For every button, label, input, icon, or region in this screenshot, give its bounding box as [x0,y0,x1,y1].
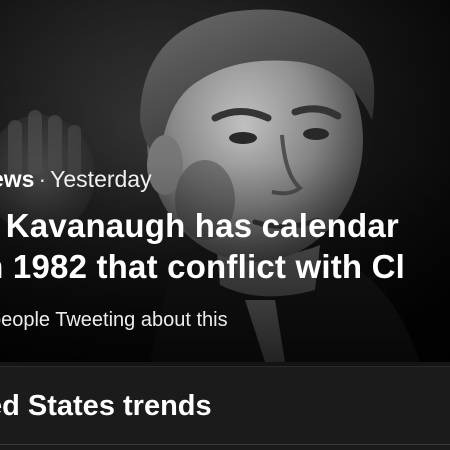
news-timestamp: Yesterday [50,166,152,192]
meta-separator: · [38,166,47,192]
app-screen: ews·Yesterday tt Kavanaugh has calendar … [0,0,450,450]
news-card[interactable]: ews·Yesterday tt Kavanaugh has calendar … [0,0,450,362]
news-headline[interactable]: tt Kavanaugh has calendar m 1982 that co… [0,205,450,287]
trends-heading: ed States trends [0,390,212,422]
news-source: ews [0,166,35,192]
headline-line-2: m 1982 that conflict with Cl [0,248,406,285]
headline-line-1: tt Kavanaugh has calendar [0,207,399,244]
trends-section: ed States trends [0,366,450,450]
news-card-text: ews·Yesterday tt Kavanaugh has calendar … [0,0,450,362]
tweeting-count: people Tweeting about this [0,309,228,331]
section-divider [0,444,450,445]
news-meta: ews·Yesterday [0,165,152,193]
